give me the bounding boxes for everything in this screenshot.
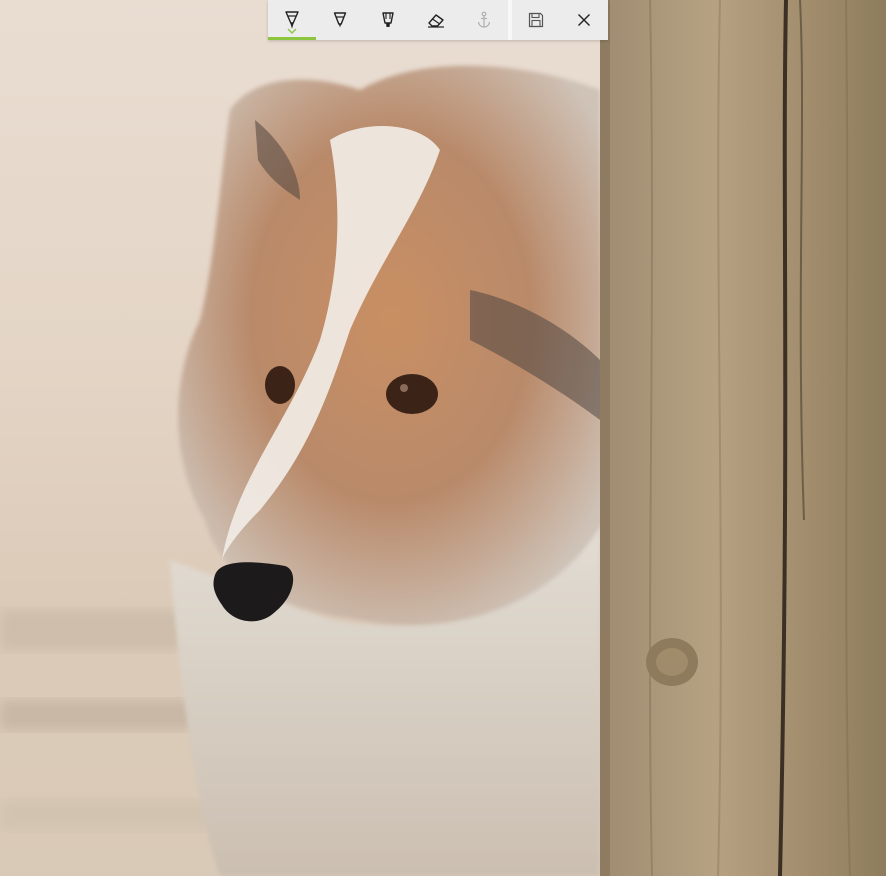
highlighter-icon (382, 12, 394, 27)
drawing-tools-group (268, 0, 508, 40)
highlighter-tool[interactable] (364, 0, 412, 40)
screen (0, 0, 886, 876)
anchor-icon (477, 11, 491, 28)
save-icon (528, 12, 544, 28)
chevron-down-icon[interactable] (287, 28, 297, 34)
ballpoint-pen-tool[interactable] (268, 0, 316, 40)
close-button[interactable] (560, 0, 608, 40)
touch-writing-tool[interactable] (460, 0, 508, 40)
close-icon (578, 14, 590, 26)
photo-image (0, 0, 886, 876)
eraser-tool[interactable] (412, 0, 460, 40)
ballpoint-pen-icon (285, 10, 299, 29)
save-button[interactable] (512, 0, 560, 40)
eraser-icon (428, 14, 444, 28)
pencil-icon (333, 12, 347, 28)
ink-canvas-photo[interactable] (0, 0, 886, 876)
pencil-tool[interactable] (316, 0, 364, 40)
toolbar-actions-group (512, 0, 608, 40)
pen-toolbar (268, 0, 608, 40)
